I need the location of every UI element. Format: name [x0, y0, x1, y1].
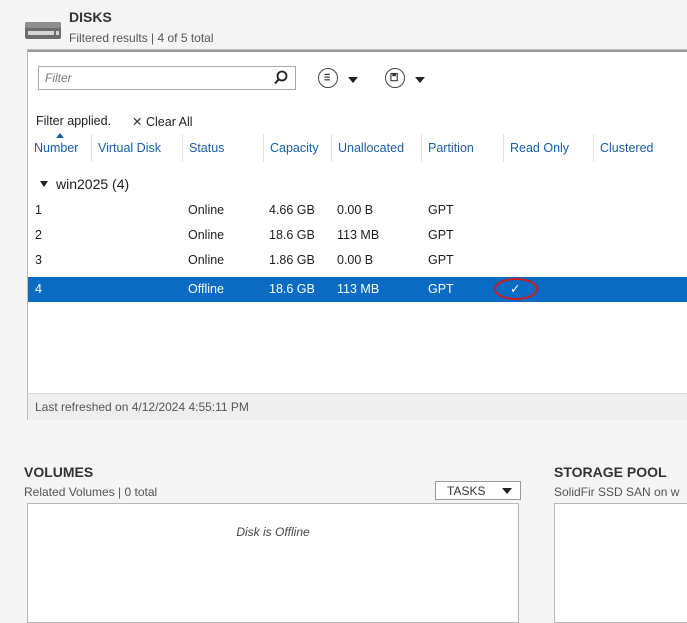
- volumes-count: Related Volumes | 0 total: [24, 485, 158, 499]
- cell-unallocated: 0.00 B: [337, 203, 374, 217]
- sort-ascending-icon: [56, 133, 64, 138]
- chevron-down-icon: [502, 488, 512, 494]
- list-view-button[interactable]: [318, 68, 338, 88]
- filter-box: [38, 66, 296, 90]
- cell-unallocated: 113 MB: [337, 228, 380, 242]
- group-label: win2025 (4): [56, 176, 130, 192]
- cell-number: 2: [35, 228, 42, 242]
- clear-all-link[interactable]: ✕ Clear All: [132, 114, 193, 129]
- table-row[interactable]: 3 Online 1.86 GB 0.00 B GPT: [28, 248, 687, 273]
- cell-partition: GPT: [428, 253, 454, 267]
- disks-section-title: DISKS: [69, 9, 112, 25]
- close-icon: ✕: [132, 115, 143, 129]
- column-header-number[interactable]: Number: [28, 133, 91, 162]
- cell-partition: GPT: [428, 282, 454, 296]
- filter-applied-text: Filter applied.: [36, 114, 112, 128]
- column-header-capacity[interactable]: Capacity: [263, 134, 331, 162]
- last-refreshed-status: Last refreshed on 4/12/2024 4:55:11 PM: [28, 393, 687, 420]
- disks-panel: Filter applied. ✕Clear All Number Virtua…: [27, 49, 687, 420]
- column-header-partition[interactable]: Partition: [421, 134, 503, 162]
- disk-drive-icon: [25, 22, 61, 39]
- cell-status: Online: [188, 253, 225, 267]
- tasks-label: TASKS: [447, 484, 486, 498]
- chevron-down-icon[interactable]: [415, 77, 425, 83]
- search-icon[interactable]: [271, 69, 291, 87]
- cell-capacity: 18.6 GB: [269, 282, 315, 296]
- cell-unallocated: 0.00 B: [337, 253, 374, 267]
- cell-number: 4: [35, 282, 42, 296]
- column-header-unallocated[interactable]: Unallocated: [331, 134, 421, 162]
- cell-capacity: 18.6 GB: [269, 228, 315, 242]
- table-row-selected[interactable]: 4 Offline 18.6 GB 113 MB GPT ✓: [28, 277, 687, 302]
- cell-number: 1: [35, 203, 42, 217]
- triangle-expanded-icon: [40, 181, 48, 187]
- cell-unallocated: 113 MB: [337, 282, 380, 296]
- tasks-dropdown-button[interactable]: TASKS: [435, 481, 521, 500]
- table-row[interactable]: 2 Online 18.6 GB 113 MB GPT: [28, 223, 687, 248]
- save-icon: [390, 72, 398, 82]
- chevron-down-icon[interactable]: [348, 77, 358, 83]
- disks-result-count: Filtered results | 4 of 5 total: [69, 31, 214, 45]
- column-header-status[interactable]: Status: [182, 134, 263, 162]
- storage-pool-subtitle: SolidFir SSD SAN on w: [554, 485, 680, 499]
- volumes-panel: Disk is Offline: [27, 503, 519, 623]
- filter-input[interactable]: [39, 67, 265, 89]
- storage-pool-section-title: STORAGE POOL: [554, 464, 667, 480]
- cell-status: Offline: [188, 282, 224, 296]
- list-view-icon: [324, 73, 330, 81]
- column-header-read-only[interactable]: Read Only: [503, 134, 593, 162]
- save-query-button[interactable]: [385, 68, 405, 88]
- cell-number: 3: [35, 253, 42, 267]
- cell-capacity: 4.66 GB: [269, 203, 315, 217]
- cell-capacity: 1.86 GB: [269, 253, 315, 267]
- cell-status: Online: [188, 228, 225, 242]
- cell-partition: GPT: [428, 228, 454, 242]
- annotation-highlight-circle: [494, 278, 538, 300]
- storage-pool-panel: [554, 503, 687, 623]
- cell-partition: GPT: [428, 203, 454, 217]
- clear-all-label: Clear All: [146, 115, 193, 129]
- table-row[interactable]: 1 Online 4.66 GB 0.00 B GPT: [28, 198, 687, 223]
- cell-status: Online: [188, 203, 225, 217]
- volumes-empty-message: Disk is Offline: [236, 525, 310, 539]
- column-header-clustered[interactable]: Clustered: [593, 134, 687, 162]
- group-header-win2025[interactable]: win2025 (4): [40, 176, 129, 192]
- volumes-section-title: VOLUMES: [24, 464, 94, 480]
- column-header-virtual-disk[interactable]: Virtual Disk: [91, 134, 182, 162]
- panel-divider: [28, 50, 687, 52]
